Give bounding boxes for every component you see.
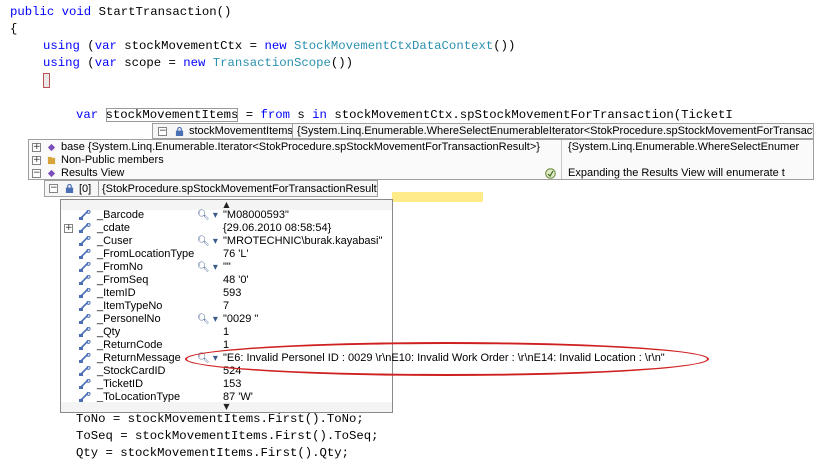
wrench-icon [79, 327, 91, 337]
property-value[interactable]: "" [223, 261, 231, 274]
property-name: _Qty [97, 326, 121, 338]
code-line-linq-query: var stockMovementItems = from s in stock… [76, 108, 733, 122]
property-value[interactable]: 153 [223, 378, 241, 391]
property-name: _TicketID [97, 378, 144, 390]
property-value[interactable]: 48 '0' [223, 274, 249, 287]
property-name: _FromSeq [97, 274, 149, 286]
datatip-row-nonpublic[interactable]: + Non-Public members [29, 154, 813, 167]
property-value[interactable]: {29.06.2010 08:58:54} [223, 222, 331, 235]
property-row[interactable]: _Qty 1 [61, 326, 392, 339]
property-value[interactable]: 76 'L' [223, 248, 249, 261]
code-line-qty: Qty = stockMovementItems.First().Qty; [76, 446, 350, 460]
datatip-item-0[interactable]: − [0] {StokProcedure.spStockMovementForT… [44, 180, 378, 197]
property-value[interactable]: "MROTECHNIC\burak.kayabasi" [223, 235, 382, 248]
code-line-signature: public void StartTransaction() [10, 5, 232, 19]
property-value[interactable]: "M08000593" [223, 209, 289, 222]
brace-cursor-marker [43, 73, 50, 88]
column-divider [98, 181, 99, 196]
wrench-icon [79, 249, 91, 259]
expand-icon[interactable]: + [64, 224, 73, 233]
property-row[interactable]: _ItemID 593 [61, 287, 392, 300]
property-value[interactable]: 593 [223, 287, 241, 300]
wrench-icon [79, 223, 91, 233]
wrench-icon [79, 210, 91, 220]
wrench-icon [79, 379, 91, 389]
datatip-header-value: {System.Linq.Enumerable.WhereSelectEnume… [297, 125, 814, 137]
property-row[interactable]: _FromSeq 48 '0' [61, 274, 392, 287]
code-line-tono: ToNo = stockMovementItems.First().ToNo; [76, 412, 364, 426]
property-name: _PersonelNo [97, 313, 161, 325]
property-name: _StockCardID [97, 365, 166, 377]
magnifier-icon[interactable]: 🔍︎ ▾ [197, 235, 218, 248]
datatip-row-base[interactable]: + base {System.Linq.Enumerable.Iterator<… [29, 141, 813, 154]
wrench-icon [79, 314, 91, 324]
property-row[interactable]: _Barcode 🔍︎ ▾ "M08000593" [61, 209, 392, 222]
collapse-icon[interactable]: − [158, 127, 167, 136]
magnifier-icon[interactable]: 🔍︎ ▾ [197, 261, 218, 274]
property-name: _ReturnMessage [97, 352, 181, 364]
magnifier-icon[interactable]: 🔍︎ ▾ [197, 209, 218, 222]
property-row[interactable]: + _cdate {29.06.2010 08:58:54} [61, 222, 392, 235]
wrench-icon [79, 366, 91, 376]
lock-icon [65, 184, 74, 193]
datatip-children: + base {System.Linq.Enumerable.Iterator<… [28, 139, 814, 180]
wrench-icon [79, 288, 91, 298]
datatip-header-name: stockMovementItems [189, 125, 293, 137]
hovered-variable[interactable]: stockMovementItems [105, 108, 239, 122]
datatip-row-results-view[interactable]: − Results View Expanding the Results Vie… [29, 167, 813, 179]
wrench-icon [79, 353, 91, 363]
column-divider [561, 140, 562, 179]
expand-icon[interactable]: + [32, 156, 41, 165]
property-name: _FromLocationType [97, 248, 195, 260]
code-line-brace-caret[interactable] [43, 73, 50, 91]
magnifier-icon[interactable]: 🔍︎ ▾ [197, 313, 218, 326]
property-row[interactable]: _TicketID 153 [61, 378, 392, 391]
property-row[interactable]: _FromNo 🔍︎ ▾ "" [61, 261, 392, 274]
property-row[interactable]: _Cuser 🔍︎ ▾ "MROTECHNIC\burak.kayabasi" [61, 235, 392, 248]
base-class-icon [47, 143, 56, 152]
wrench-icon [79, 236, 91, 246]
code-line-using-scope: using (var scope = new TransactionScope(… [43, 56, 354, 70]
wrench-icon [79, 262, 91, 272]
property-name: _Barcode [97, 209, 145, 221]
property-row[interactable]: _PersonelNo 🔍︎ ▾ "0029 " [61, 313, 392, 326]
collapse-icon[interactable]: − [32, 169, 41, 178]
lock-icon [175, 127, 184, 136]
expand-icon[interactable]: + [32, 143, 41, 152]
code-line-using-ctx: using (var stockMovementCtx = new StockM… [43, 39, 516, 53]
property-name: _cdate [97, 222, 131, 234]
property-value[interactable]: 1 [223, 326, 229, 339]
info-icon[interactable] [545, 168, 556, 179]
wrench-icon [79, 275, 91, 285]
scroll-down-button[interactable]: ▼ [61, 402, 392, 412]
highlight-ellipse [185, 342, 709, 376]
property-row[interactable]: _ItemTypeNo 7 [61, 300, 392, 313]
current-line-highlight [392, 192, 483, 202]
property-name: _ItemID [97, 287, 136, 299]
property-value[interactable]: 7 [223, 300, 229, 313]
property-name: _ReturnCode [97, 339, 163, 351]
property-row[interactable]: _FromLocationType 76 'L' [61, 248, 392, 261]
code-line-toseq: ToSeq = stockMovementItems.First().ToSeq… [76, 429, 379, 443]
column-divider [292, 124, 293, 138]
collapse-icon[interactable]: − [49, 184, 58, 193]
property-name: _Cuser [97, 235, 133, 247]
members-icon [47, 156, 56, 165]
property-value[interactable]: "0029 " [223, 313, 258, 326]
code-line-open-brace: { [10, 22, 18, 36]
wrench-icon [79, 301, 91, 311]
results-view-icon [47, 169, 56, 178]
property-name: _FromNo [97, 261, 143, 273]
property-name: _ItemTypeNo [97, 300, 163, 312]
wrench-icon [79, 340, 91, 350]
properties-panel[interactable]: ▲ _Barcode 🔍︎ ▾ "M08000593" + _cdate {29.06.2… [60, 199, 665, 413]
datatip-header[interactable]: − stockMovementItems {System.Linq.Enumer… [152, 123, 814, 139]
